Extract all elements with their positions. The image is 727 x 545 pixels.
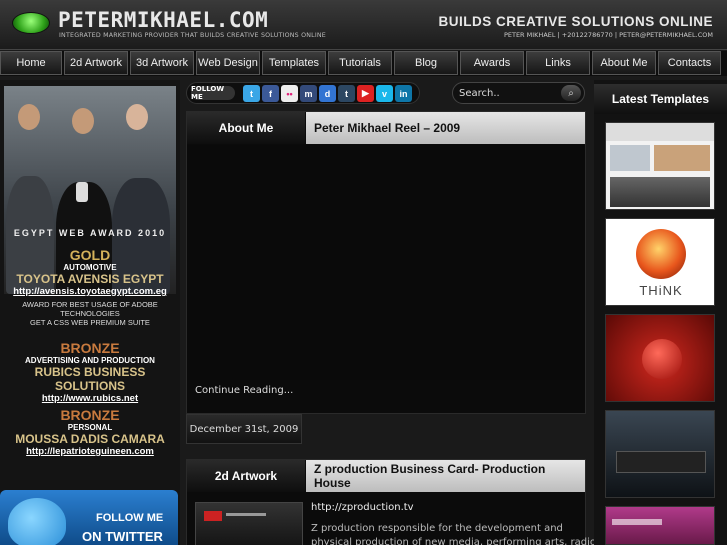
award-title: EGYPT WEB AWARD 2010 [13, 228, 167, 238]
post-url[interactable]: http://zproduction.tv [311, 502, 414, 513]
award-item: BRONZE PERSONAL MOUSSA DADIS CAMARA http… [0, 407, 180, 457]
award-category: PERSONAL [67, 423, 113, 432]
award-link[interactable]: http://avensis.toyotaegypt.com.eg [0, 286, 180, 297]
award-medal: GOLD [69, 247, 111, 263]
nav-templates[interactable]: Templates [262, 51, 326, 75]
nav-web-design[interactable]: Web Design [196, 51, 260, 75]
site-tagline: INTEGRATED MARKETING PROVIDER THAT BUILD… [59, 32, 326, 39]
header-slogan: BUILDS CREATIVE SOLUTIONS ONLINE [438, 14, 713, 29]
award-note: GET A CSS WEB PREMIUM SUITE [30, 318, 150, 327]
twitter-banner-text: FOLLOW ME ON TWITTER [82, 510, 163, 545]
post-excerpt: physical production of new media, perfor… [311, 537, 600, 545]
twitter-bird-icon [8, 498, 66, 545]
nav-links[interactable]: Links [526, 51, 590, 75]
post-category[interactable]: About Me [187, 112, 305, 144]
template-thumbnail[interactable] [605, 506, 715, 545]
nav-2d-artwork[interactable]: 2d Artwork [64, 51, 128, 75]
logo-eye-icon[interactable] [12, 12, 50, 34]
nav-tutorials[interactable]: Tutorials [328, 51, 392, 75]
award-name: TOYOTA AVENSIS EGYPT [16, 272, 164, 286]
nav-about-me[interactable]: About Me [592, 51, 656, 75]
post-title[interactable]: Peter Mikhael Reel – 2009 [306, 112, 585, 144]
delicious-icon[interactable]: d [319, 85, 336, 102]
site-header: PETERMIKHAEL.COM INTEGRATED MARKETING PR… [0, 0, 727, 50]
award-name: MOUSSA DADIS CAMARA [15, 432, 165, 446]
follow-bar: FOLLOW ME t f •• m d t ▶ v in [186, 82, 420, 104]
site-logo[interactable]: PETERMIKHAEL.COM [58, 8, 268, 32]
award-name: RUBICS BUSINESS SOLUTIONS [34, 365, 146, 393]
award-category: ADVERTISING AND PRODUCTION [25, 356, 155, 365]
award-note: AWARD FOR BEST USAGE OF ADOBE TECHNOLOGI… [22, 300, 158, 318]
post-category[interactable]: 2d Artwork [187, 460, 305, 492]
youtube-icon[interactable]: ▶ [357, 85, 374, 102]
award-item: GOLD AUTOMOTIVE TOYOTA AVENSIS EGYPT htt… [0, 247, 180, 327]
nav-home[interactable]: Home [0, 51, 62, 75]
main-nav: Home 2d Artwork 3d Artwork Web Design Te… [0, 51, 727, 76]
twitter-icon[interactable]: t [243, 85, 260, 102]
post-2d-artwork: 2d Artwork Z production Business Card- P… [186, 459, 599, 545]
award-category: AUTOMOTIVE [63, 263, 117, 272]
twitter-line2: ON TWITTER [82, 528, 163, 544]
post-excerpt: Z production responsible for the develop… [311, 523, 563, 534]
follow-label: FOLLOW ME [191, 85, 235, 101]
flickr-icon[interactable]: •• [281, 85, 298, 102]
template-thumbnail[interactable] [605, 122, 715, 210]
award-section: EGYPT WEB AWARD 2010 [0, 228, 180, 238]
video-player[interactable] [187, 145, 585, 380]
search-box: ⌕ [452, 82, 585, 104]
post-title[interactable]: Z production Business Card- Production H… [306, 460, 585, 492]
right-sidebar: Latest Templates THiNK [594, 80, 727, 545]
search-icon[interactable]: ⌕ [561, 85, 581, 101]
post-date: December 31st, 2009 [186, 414, 302, 444]
myspace-icon[interactable]: m [300, 85, 317, 102]
left-sidebar: EGYPT WEB AWARD 2010 GOLD AUTOMOTIVE TOY… [0, 80, 180, 545]
continue-reading-link[interactable]: Continue Reading... [195, 385, 293, 396]
award-link[interactable]: http://lepatrioteguineen.com [0, 446, 180, 457]
nav-3d-artwork[interactable]: 3d Artwork [130, 51, 194, 75]
linkedin-icon[interactable]: in [395, 85, 412, 102]
vimeo-icon[interactable]: v [376, 85, 393, 102]
facebook-icon[interactable]: f [262, 85, 279, 102]
template-thumbnail[interactable] [605, 314, 715, 402]
nav-blog[interactable]: Blog [394, 51, 458, 75]
award-medal: BRONZE [60, 407, 120, 423]
header-contact: PETER MIKHAEL | +20122786770 | PETER@PET… [503, 31, 713, 39]
template-thumbnail[interactable] [605, 410, 715, 498]
post-about-me: About Me Peter Mikhael Reel – 2009 Conti… [186, 111, 586, 414]
search-input[interactable] [459, 86, 559, 101]
award-medal: BRONZE [60, 340, 120, 356]
twitter-line1: FOLLOW ME [96, 512, 164, 524]
tumblr-icon[interactable]: t [338, 85, 355, 102]
latest-templates-heading: Latest Templates [594, 84, 727, 114]
nav-contacts[interactable]: Contacts [658, 51, 721, 75]
nav-awards[interactable]: Awards [460, 51, 524, 75]
twitter-banner[interactable]: FOLLOW ME ON TWITTER [0, 490, 178, 545]
award-item: BRONZE ADVERTISING AND PRODUCTION RUBICS… [0, 340, 180, 404]
post-thumbnail[interactable] [195, 502, 303, 545]
award-link[interactable]: http://www.rubics.net [0, 393, 180, 404]
template-thumbnail[interactable]: THiNK [605, 218, 715, 306]
